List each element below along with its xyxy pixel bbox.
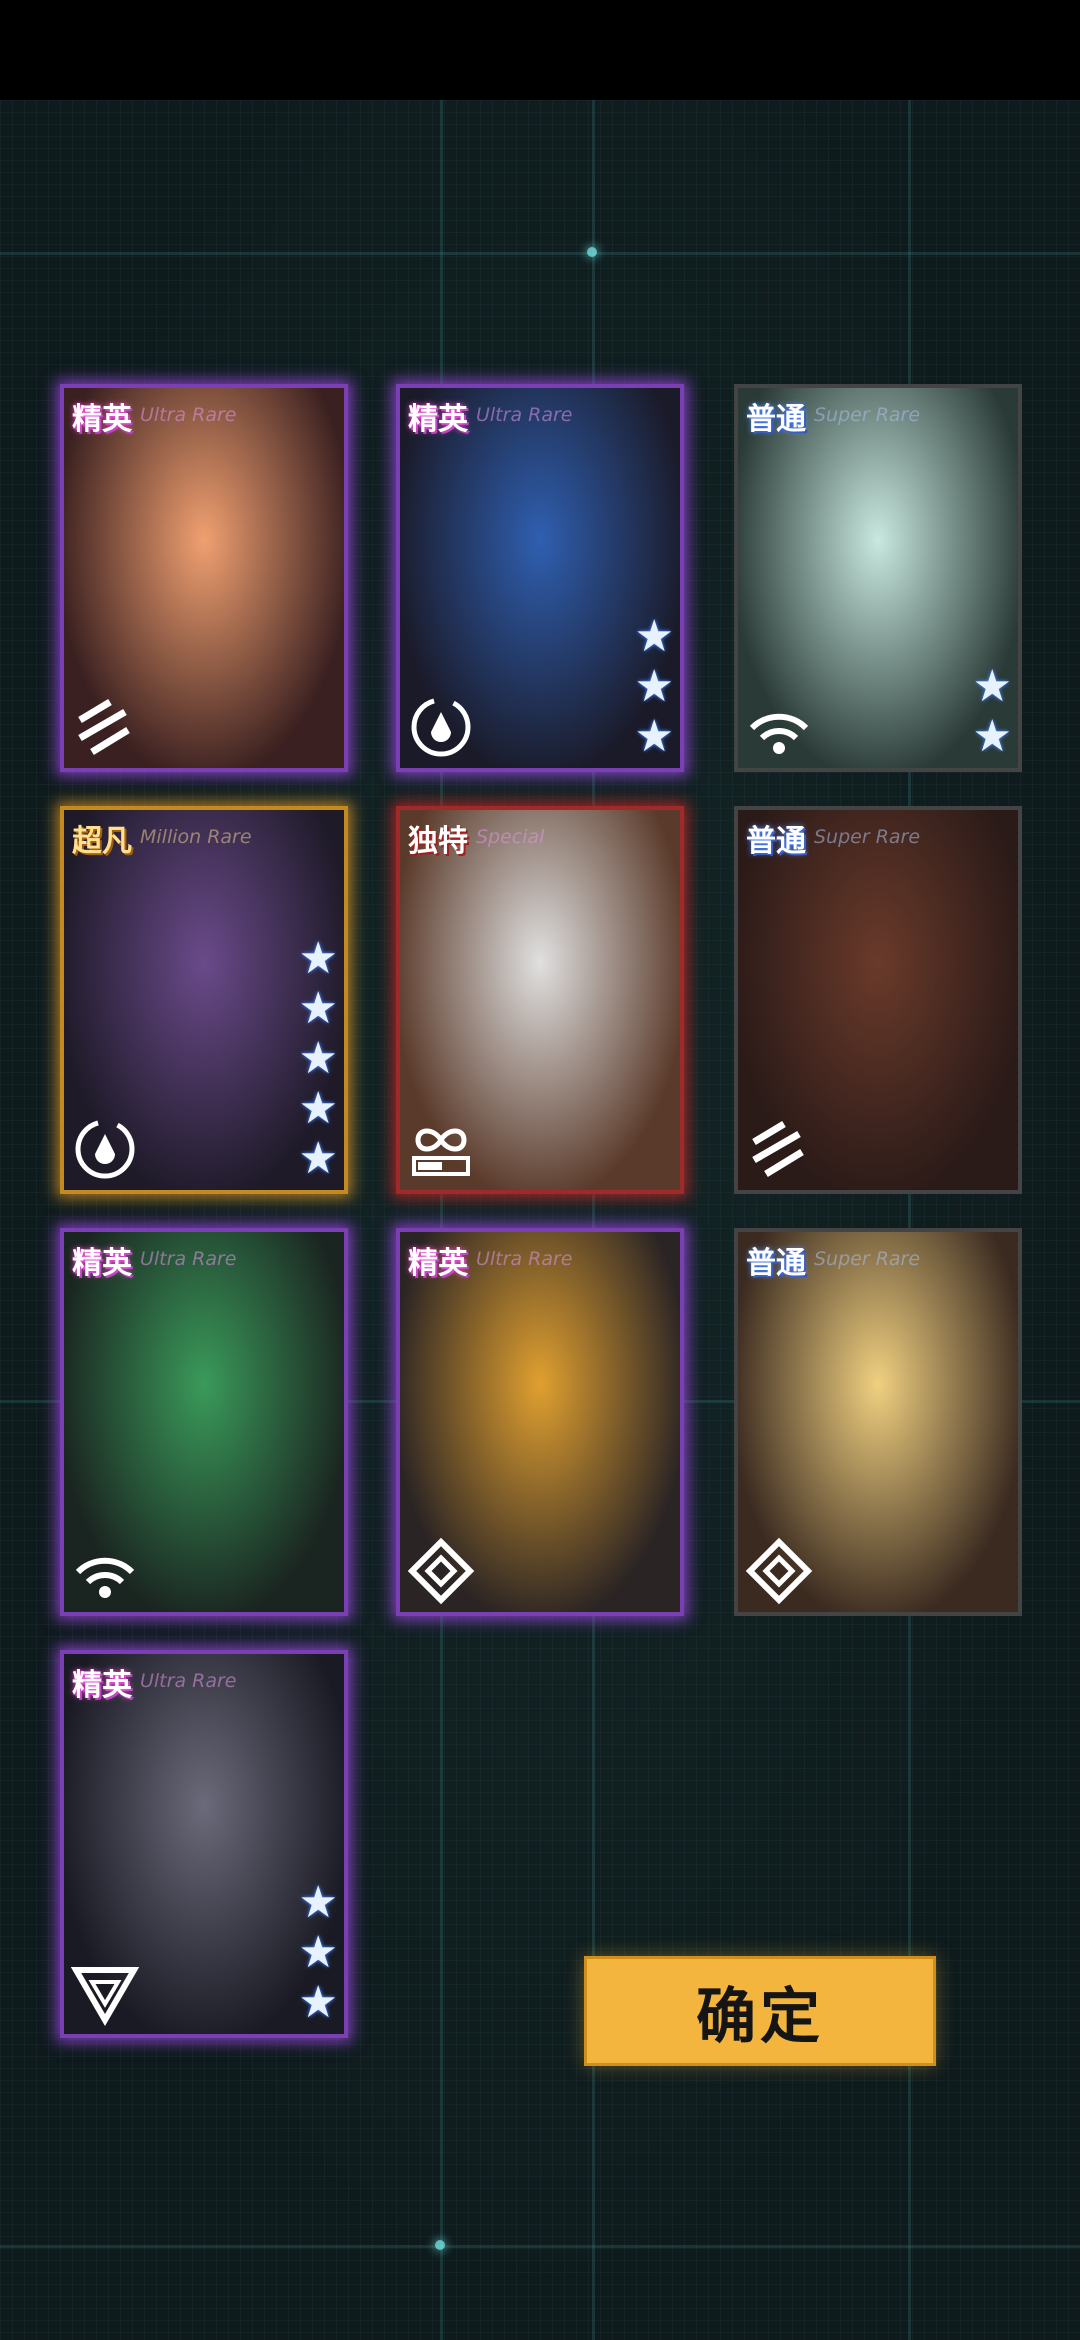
character-card[interactable]: 精英 Ultra Rare ★ ★ ★ [60,1650,348,2038]
rarity-label: 普通 [746,402,806,437]
rarity-label: 普通 [746,824,806,859]
class-triple-slash-icon [744,1114,814,1184]
rarity-label: 精英 [72,402,132,437]
class-triangle-icon [70,1958,140,2028]
star-icon: ★ [298,933,338,984]
star-icon: ★ [634,611,674,662]
character-card[interactable]: 超凡 Million Rare ★ ★ ★ ★ ★ [60,806,348,1194]
star-icon: ★ [298,1877,338,1928]
star-rating: ★ ★ [973,662,1012,762]
star-rating: ★ ★ ★ [635,612,674,762]
character-card[interactable]: 普通 Super Rare [734,1228,1022,1616]
rarity-label-en: Ultra Rare [476,1248,573,1270]
star-icon: ★ [298,1927,338,1978]
rarity-label: 独特 [408,824,468,859]
status-bar [0,0,1080,100]
star-icon: ★ [298,1133,338,1184]
rarity-label: 精英 [408,402,468,437]
character-card[interactable]: 独特 Special [396,806,684,1194]
class-infinity-battery-icon [406,1114,476,1184]
class-triple-slash-icon [70,692,140,762]
star-icon: ★ [972,661,1012,712]
star-icon: ★ [298,1977,338,2028]
character-card[interactable]: 普通 Super Rare [734,806,1022,1194]
rarity-label: 精英 [72,1668,132,1703]
rarity-label: 精英 [408,1246,468,1281]
class-diamond-icon [744,1536,814,1606]
rarity-label-en: Ultra Rare [140,1670,237,1692]
star-icon: ★ [298,1083,338,1134]
rarity-label-en: Ultra Rare [476,404,573,426]
star-icon: ★ [634,661,674,712]
character-card[interactable]: 精英 Ultra Rare [396,1228,684,1616]
grid-node [587,247,597,257]
rarity-label-en: Super Rare [814,826,921,848]
rarity-label: 精英 [72,1246,132,1281]
star-icon: ★ [972,711,1012,762]
character-card[interactable]: 精英 Ultra Rare [60,1228,348,1616]
rarity-label-en: Ultra Rare [140,1248,237,1270]
character-card[interactable]: 精英 Ultra Rare [60,384,348,772]
star-rating: ★ ★ ★ [299,1878,338,2028]
class-wifi-icon [744,692,814,762]
class-drop-circle-icon [406,692,476,762]
grid-node [435,2240,445,2250]
rarity-label-en: Super Rare [814,1248,921,1270]
star-rating: ★ ★ ★ ★ ★ [299,934,338,1184]
class-wifi-icon [70,1536,140,1606]
star-icon: ★ [634,711,674,762]
rarity-label: 普通 [746,1246,806,1281]
star-icon: ★ [298,983,338,1034]
star-icon: ★ [298,1033,338,1084]
rarity-label-en: Special [476,826,545,848]
rarity-label: 超凡 [72,824,132,859]
rarity-label-en: Million Rare [140,826,252,848]
rarity-label-en: Super Rare [814,404,921,426]
grid-line [0,252,1080,255]
grid-line [0,2245,1080,2248]
character-card[interactable]: 精英 Ultra Rare ★ ★ ★ [396,384,684,772]
rarity-label-en: Ultra Rare [140,404,237,426]
character-card[interactable]: 普通 Super Rare ★ ★ [734,384,1022,772]
confirm-button[interactable]: 确定 [584,1956,936,2066]
class-diamond-icon [406,1536,476,1606]
class-drop-circle-icon [70,1114,140,1184]
